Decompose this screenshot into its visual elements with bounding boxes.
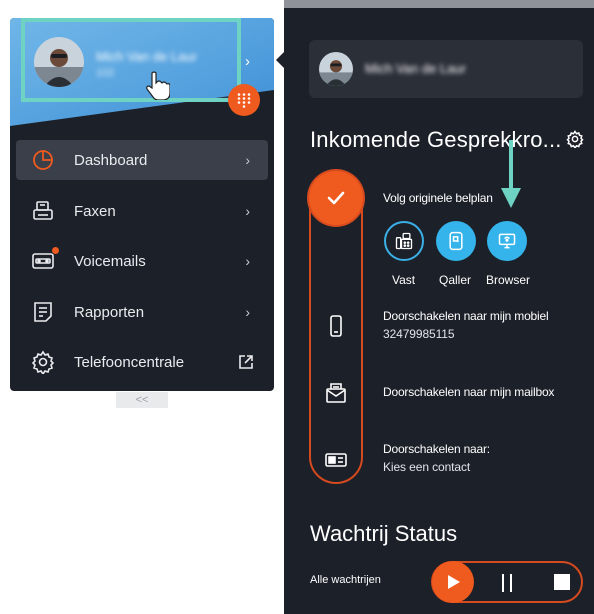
device-qaller-label: Qaller xyxy=(439,273,472,287)
chevron-right-icon: › xyxy=(245,203,250,219)
choose-contact-link[interactable]: Kies een contact xyxy=(383,460,470,474)
follow-plan-toggle[interactable] xyxy=(309,171,363,225)
browser-phone-icon xyxy=(498,233,516,249)
notification-badge xyxy=(52,247,59,254)
desk-phone-icon xyxy=(395,232,413,250)
external-link-icon xyxy=(236,352,256,372)
panel-top-strip xyxy=(284,0,594,8)
pause-button[interactable] xyxy=(494,571,520,595)
menu-item-faxen[interactable]: Faxen › xyxy=(16,191,268,231)
device-qaller-button[interactable] xyxy=(436,221,476,261)
chevron-right-icon: › xyxy=(245,304,250,320)
arrow-down-icon xyxy=(501,140,521,208)
collapse-sidebar-button[interactable]: << xyxy=(116,392,168,408)
mobile-number: 32479985115 xyxy=(383,327,455,341)
menu-label: Voicemails xyxy=(74,252,146,270)
chevron-right-icon: › xyxy=(245,53,250,70)
menu-item-rapporten[interactable]: Rapporten › xyxy=(16,292,268,332)
avatar[interactable] xyxy=(34,37,84,87)
forward-to-label[interactable]: Doorschakelen naar: xyxy=(383,442,490,456)
device-vast-button[interactable] xyxy=(384,221,424,261)
user-card[interactable]: Mich Van de Laur xyxy=(309,40,583,98)
menu-item-dashboard[interactable]: Dashboard › xyxy=(16,140,268,180)
follow-plan-label[interactable]: Volg originele belplan xyxy=(383,191,493,205)
hand-cursor-icon xyxy=(146,71,170,100)
queue-status-title: Wachtrij Status xyxy=(310,521,458,546)
user-name: Mich Van de Laur xyxy=(365,61,466,76)
user-extension: 102 xyxy=(96,67,115,79)
fax-icon xyxy=(30,198,56,224)
avatar xyxy=(319,52,353,86)
play-icon xyxy=(448,575,460,589)
menu-label: Faxen xyxy=(74,202,116,220)
play-button[interactable] xyxy=(432,561,474,603)
menu-item-voicemails[interactable]: Voicemails › xyxy=(16,241,268,281)
contact-card-icon[interactable] xyxy=(324,448,348,472)
dashboard-icon xyxy=(30,147,56,173)
pause-icon xyxy=(502,574,512,592)
mobile-phone-icon[interactable] xyxy=(324,314,348,338)
user-name: Mich Van de Laur xyxy=(96,49,197,64)
navigation-panel: Mich Van de Laur 102 › Dashboard › Faxen… xyxy=(10,18,274,391)
menu-label: Dashboard xyxy=(74,151,148,169)
voicemail-icon xyxy=(30,247,59,274)
forward-mailbox-label[interactable]: Doorschakelen naar mijn mailbox xyxy=(383,385,554,399)
gear-icon[interactable] xyxy=(566,130,584,148)
check-icon xyxy=(327,191,345,205)
chevron-right-icon: › xyxy=(245,152,250,168)
settings-icon xyxy=(30,349,56,375)
menu-item-telefooncentrale[interactable]: Telefooncentrale xyxy=(16,342,268,382)
menu-label: Telefooncentrale xyxy=(74,353,185,371)
chevron-right-icon: › xyxy=(245,253,250,269)
device-vast-label: Vast xyxy=(392,273,416,287)
menu-label: Rapporten xyxy=(74,303,145,321)
stop-button[interactable] xyxy=(554,574,570,590)
device-browser-label: Browser xyxy=(486,273,531,287)
dialpad-button[interactable] xyxy=(228,84,260,116)
mailbox-icon[interactable] xyxy=(324,381,348,405)
popover-pointer xyxy=(276,50,286,70)
dialpad-icon xyxy=(237,93,251,108)
forward-mobile-label[interactable]: Doorschakelen naar mijn mobiel xyxy=(383,309,549,323)
qaller-icon xyxy=(449,231,463,251)
device-browser-button[interactable] xyxy=(487,221,527,261)
report-icon xyxy=(30,299,56,325)
all-queues-label: Alle wachtrijen xyxy=(310,574,381,586)
